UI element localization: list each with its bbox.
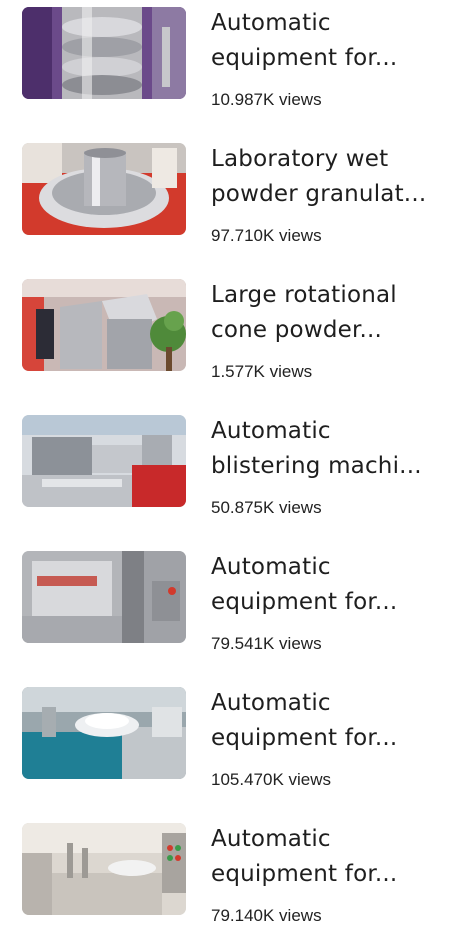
machine-photo-icon [22,551,186,643]
video-title[interactable]: Laboratory wet powder granulat... [211,142,447,212]
view-count: 50.875K views [211,498,322,517]
video-list-item[interactable]: Automatic equipment for... 10.987K views [0,0,452,136]
video-thumbnail[interactable] [22,551,186,643]
video-list-item[interactable]: Large rotational cone powder... 1.577K v… [0,272,452,408]
machine-photo-icon [22,7,186,99]
view-count: 79.140K views [211,906,322,925]
video-thumbnail[interactable] [22,415,186,507]
video-thumbnail[interactable] [22,143,186,235]
video-title[interactable]: Automatic equipment for... [211,686,447,756]
video-list-item[interactable]: Automatic equipment for... 79.140K views [0,816,452,952]
view-count: 1.577K views [211,362,313,381]
video-thumbnail[interactable] [22,687,186,779]
video-title[interactable]: Automatic blistering machi... [211,414,447,484]
video-list: Automatic equipment for... 10.987K views… [0,0,452,927]
video-thumbnail[interactable] [22,279,186,371]
view-count: 10.987K views [211,90,322,109]
video-title[interactable]: Automatic equipment for... [211,822,447,892]
video-list-item[interactable]: Automatic equipment for... 105.470K view… [0,680,452,816]
machine-photo-icon [22,823,186,915]
video-list-item[interactable]: Automatic equipment for... 79.541K views [0,544,452,680]
video-list-item[interactable]: Automatic blistering machi... 50.875K vi… [0,408,452,544]
machine-photo-icon [22,415,186,507]
video-thumbnail[interactable] [22,823,186,915]
view-count: 79.541K views [211,634,322,653]
video-thumbnail[interactable] [22,7,186,99]
machine-photo-icon [22,143,186,235]
video-title[interactable]: Automatic equipment for... [211,550,447,620]
view-count: 97.710K views [211,226,322,245]
view-count: 105.470K views [211,770,332,789]
machine-photo-icon [22,279,186,371]
machine-photo-icon [22,687,186,779]
video-list-item[interactable]: Laboratory wet powder granulat... 97.710… [0,136,452,272]
video-title[interactable]: Large rotational cone powder... [211,278,447,348]
video-title[interactable]: Automatic equipment for... [211,6,447,76]
